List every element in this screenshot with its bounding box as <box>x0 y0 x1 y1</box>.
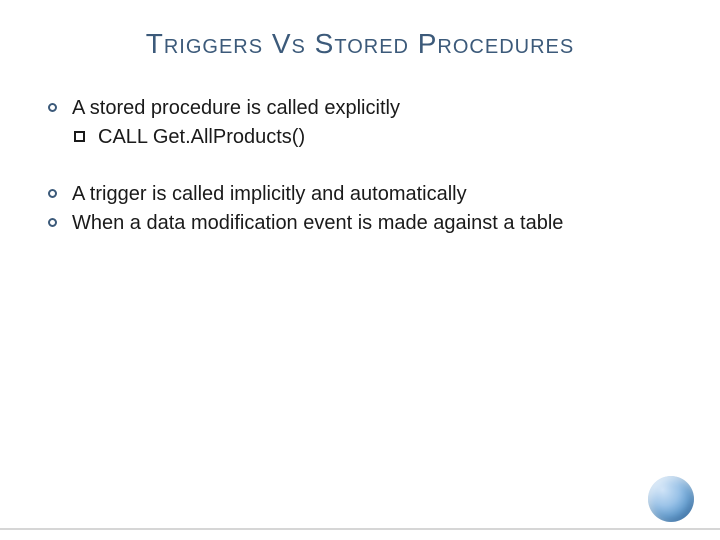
spacer <box>44 154 672 182</box>
slide: Triggers Vs Stored Procedures A stored p… <box>0 0 720 540</box>
decorative-sphere-icon <box>648 476 694 522</box>
bullet-level1: A stored procedure is called explicitly <box>44 96 672 121</box>
bullet-level2: CALL Get.AllProducts() <box>44 125 672 150</box>
bullet-text: CALL Get.AllProducts() <box>98 126 305 148</box>
slide-title: Triggers Vs Stored Procedures <box>0 28 720 60</box>
slide-body: A stored procedure is called explicitly … <box>44 96 672 240</box>
bullet-text: A trigger is called implicitly and autom… <box>72 183 467 205</box>
bullet-level1: When a data modification event is made a… <box>44 211 672 236</box>
bottom-rule <box>0 528 720 530</box>
bullet-text: When a data modification event is made a… <box>72 212 563 234</box>
bullet-level1: A trigger is called implicitly and autom… <box>44 182 672 207</box>
bullet-text: A stored procedure is called explicitly <box>72 97 400 119</box>
